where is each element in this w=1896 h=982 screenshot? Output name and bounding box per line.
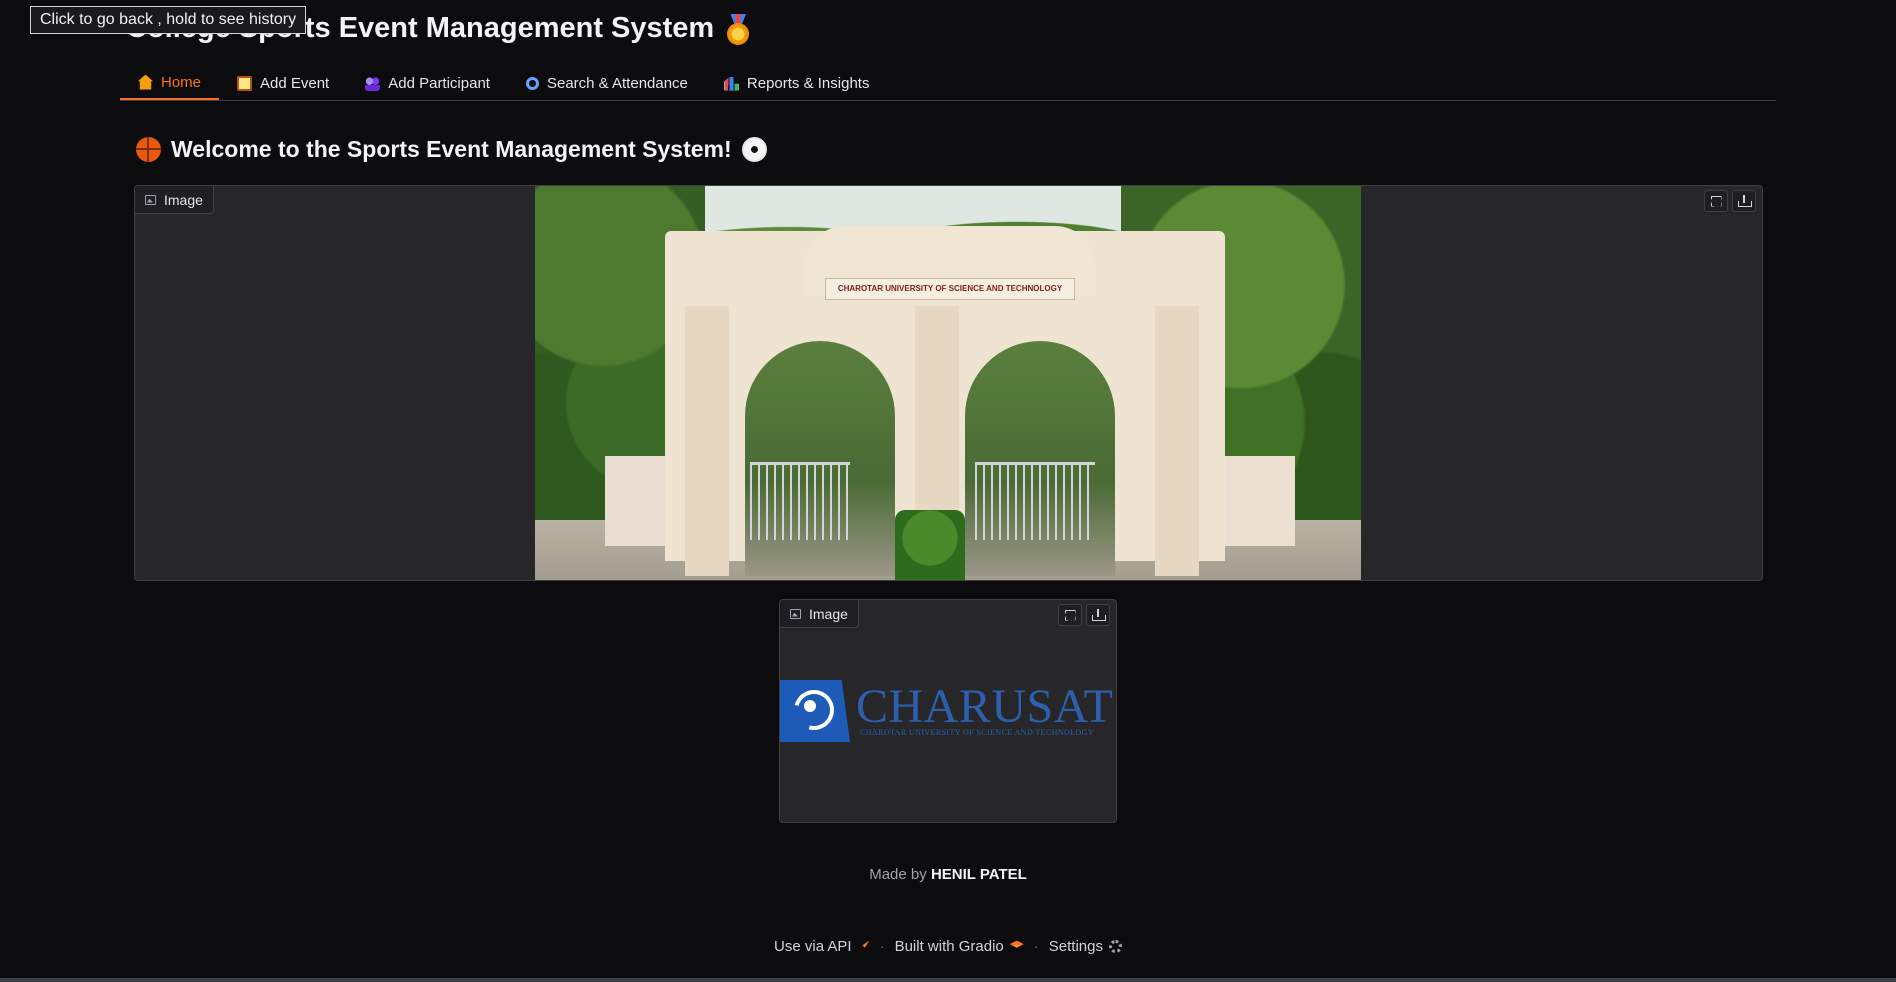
tab-search-attendance[interactable]: Search & Attendance — [508, 66, 706, 100]
footer-separator: · — [879, 938, 885, 955]
campus-image-panel: Image CHAROTAR UNIVERSITY OF SCIENCE AND… — [134, 185, 1763, 581]
medal-icon — [724, 13, 752, 45]
image-label-text: Image — [164, 191, 203, 208]
fullscreen-icon — [1711, 196, 1722, 207]
tab-add-event-label: Add Event — [260, 74, 330, 92]
tab-add-participant[interactable]: Add Participant — [347, 66, 508, 100]
settings-link[interactable]: Settings — [1049, 938, 1122, 955]
use-via-api-link[interactable]: Use via API — [774, 938, 870, 955]
soccer-ball-icon — [741, 137, 767, 162]
tab-bar: Home Add Event Add Participant Search & … — [120, 66, 1776, 101]
people-icon — [365, 75, 381, 91]
tab-reports-insights[interactable]: Reports & Insights — [706, 66, 888, 100]
footer: Use via API · Built with Gradio · Settin… — [0, 938, 1896, 955]
welcome-text: Welcome to the Sports Event Management S… — [171, 136, 732, 162]
tab-home[interactable]: Home — [120, 66, 220, 100]
image-label-text: Image — [809, 605, 848, 622]
tab-add-event[interactable]: Add Event — [219, 66, 347, 100]
logo-image-panel: Image CHARUSAT CHAROTAR UNIVERSITY OF SC… — [779, 599, 1117, 823]
footer-separator: · — [1033, 938, 1039, 955]
image-icon — [790, 608, 801, 619]
charusat-logo: CHARUSAT CHAROTAR UNIVERSITY OF SCIENCE … — [780, 680, 1116, 742]
magnifier-icon — [525, 76, 539, 90]
tab-reports-insights-label: Reports & Insights — [746, 74, 870, 92]
download-icon — [1092, 609, 1106, 621]
download-button[interactable] — [1086, 604, 1110, 626]
download-icon — [1738, 195, 1752, 207]
gate-sign: CHAROTAR UNIVERSITY OF SCIENCE AND TECHN… — [825, 278, 1075, 300]
tab-add-participant-label: Add Participant — [388, 74, 490, 92]
gear-icon — [1108, 940, 1122, 953]
rocket-icon — [862, 940, 870, 948]
fullscreen-button[interactable] — [1058, 604, 1082, 626]
settings-label: Settings — [1048, 938, 1103, 955]
campus-gate-photo: CHAROTAR UNIVERSITY OF SCIENCE AND TECHN… — [535, 186, 1361, 580]
clipboard-icon — [237, 75, 253, 91]
image-label: Image — [135, 186, 214, 214]
tab-search-attendance-label: Search & Attendance — [546, 74, 688, 92]
gradio-logo-icon — [1009, 940, 1024, 948]
bar-chart-icon — [723, 77, 739, 91]
image-actions — [1704, 190, 1756, 212]
welcome-heading: Welcome to the Sports Event Management S… — [136, 136, 767, 163]
use-via-api-label: Use via API — [774, 938, 852, 955]
fullscreen-button[interactable] — [1704, 190, 1728, 212]
tab-home-label: Home — [161, 73, 202, 91]
made-by-prefix: Made by — [869, 866, 927, 883]
made-by-name: HENIL PATEL — [930, 866, 1027, 883]
basketball-icon — [136, 137, 161, 162]
back-history-tooltip: Click to go back , hold to see history — [30, 6, 307, 34]
download-button[interactable] — [1732, 190, 1756, 212]
house-icon — [138, 74, 153, 90]
built-with-gradio-label: Built with Gradio — [894, 938, 1004, 955]
window-bottom-bar — [0, 978, 1896, 982]
fullscreen-icon — [1065, 610, 1076, 621]
built-with-gradio-link[interactable]: Built with Gradio — [895, 938, 1024, 955]
made-by-credit: Made by HENIL PATEL — [0, 866, 1896, 883]
logo-wordmark: CHARUSAT — [856, 679, 1114, 733]
charusat-emblem-icon — [780, 680, 850, 742]
image-label: Image — [780, 600, 859, 628]
image-icon — [145, 194, 156, 205]
logo-subtitle: CHAROTAR UNIVERSITY OF SCIENCE AND TECHN… — [860, 727, 1095, 737]
image-actions — [1058, 604, 1110, 626]
